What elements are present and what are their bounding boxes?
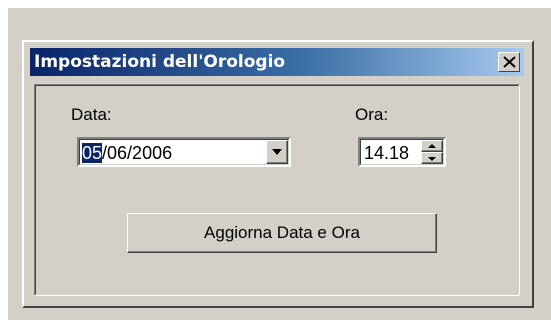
update-datetime-button[interactable]: Aggiorna Data e Ora [127,213,437,253]
title-bar[interactable]: Impostazioni dell'Orologio [30,48,524,76]
spin-down-icon [428,157,436,161]
dialog-body: Data: Ora: 05/06/2006 14.18 Aggiorna Dat… [34,84,520,296]
clock-settings-dialog: Impostazioni dell'Orologio Data: Ora: 05… [22,40,534,308]
time-label: Ora: [355,105,389,124]
spin-up-button[interactable] [421,140,443,152]
date-value-rest: /06/2006 [102,143,173,163]
spin-up-icon [428,144,436,148]
date-label: Data: [71,105,112,124]
date-dropdown-button[interactable] [266,140,288,164]
spin-down-button[interactable] [421,152,443,164]
chevron-down-icon [272,149,282,155]
date-combobox[interactable]: 05/06/2006 [77,137,291,167]
date-value: 05/06/2006 [82,143,172,164]
window-title: Impostazioni dell'Orologio [34,52,286,72]
date-day-selected: 05 [82,143,103,163]
close-icon [503,56,516,68]
update-button-label: Aggiorna Data e Ora [204,223,360,242]
time-spinner[interactable]: 14.18 [358,137,446,167]
close-button[interactable] [498,52,520,72]
time-value: 14.18 [364,143,410,163]
